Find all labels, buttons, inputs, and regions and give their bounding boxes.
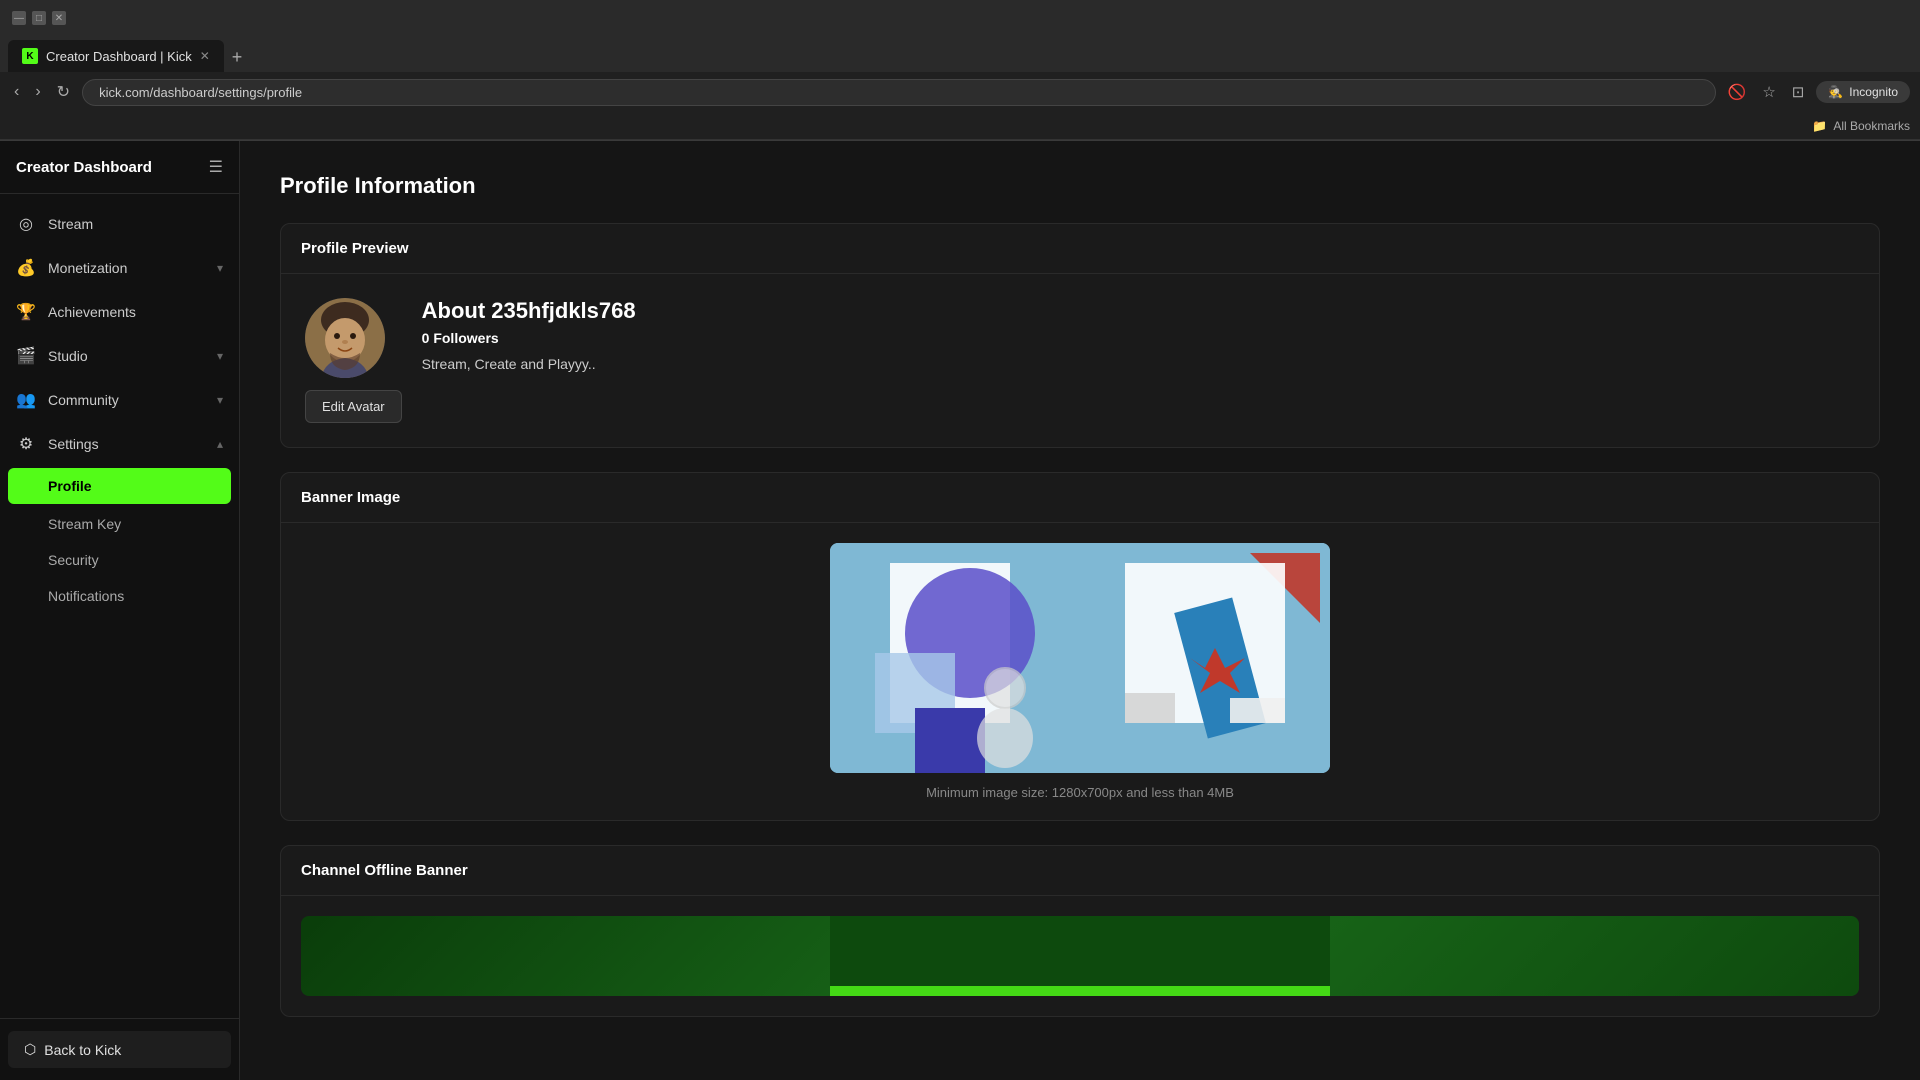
banner-image-card: Banner Image	[280, 472, 1880, 821]
sidebar-item-achievements[interactable]: 🏆 Achievements	[0, 290, 239, 334]
sidebar-item-monetization[interactable]: 💰 Monetization ▾	[0, 246, 239, 290]
banner-hint: Minimum image size: 1280x700px and less …	[926, 785, 1234, 800]
address-bar[interactable]: kick.com/dashboard/settings/profile	[82, 79, 1716, 106]
stream-key-label: Stream Key	[48, 516, 121, 532]
stream-icon: ◎	[16, 214, 36, 234]
sidebar-item-stream-key[interactable]: Stream Key	[0, 506, 239, 542]
profile-bio: Stream, Create and Playyy..	[422, 356, 1855, 372]
back-to-kick-label: Back to Kick	[44, 1042, 121, 1058]
sidebar-item-community[interactable]: 👥 Community ▾	[0, 378, 239, 422]
profile-info: About 235hfjdkls768 0 Followers Stream, …	[422, 298, 1855, 372]
sidebar-header: Creator Dashboard ☰	[0, 141, 239, 194]
sidebar-item-label: Community	[48, 392, 205, 408]
chevron-down-icon: ▾	[217, 393, 223, 407]
banner-body: Minimum image size: 1280x700px and less …	[281, 523, 1879, 820]
profile-followers: 0 Followers	[422, 330, 1855, 346]
monetization-icon: 💰	[16, 258, 36, 278]
tab-bar: K Creator Dashboard | Kick ✕ +	[0, 36, 1920, 72]
browser-chrome: — □ ✕ K Creator Dashboard | Kick ✕ + ‹ ›…	[0, 0, 1920, 141]
tablet-icon[interactable]: ⊡	[1788, 79, 1809, 105]
tab-close-icon[interactable]: ✕	[200, 49, 210, 63]
close-button[interactable]: ✕	[52, 11, 66, 25]
menu-icon[interactable]: ☰	[209, 157, 223, 177]
bookmarks-icon: 📁	[1812, 119, 1827, 133]
edit-avatar-button[interactable]: Edit Avatar	[305, 390, 402, 423]
sidebar-title: Creator Dashboard	[16, 159, 152, 176]
sidebar-item-settings[interactable]: ⚙ Settings ▴	[0, 422, 239, 466]
app-layout: Creator Dashboard ☰ ◎ Stream 💰 Monetizat…	[0, 141, 1920, 1080]
notifications-label: Notifications	[48, 588, 124, 604]
security-label: Security	[48, 552, 99, 568]
reload-button[interactable]: ↻	[53, 78, 74, 106]
incognito-label: Incognito	[1849, 85, 1898, 99]
sidebar-item-security[interactable]: Security	[0, 542, 239, 578]
sidebar-item-studio[interactable]: 🎬 Studio ▾	[0, 334, 239, 378]
offline-banner-card: Channel Offline Banner	[280, 845, 1880, 1017]
browser-actions: 🚫 ☆ ⊡ 🕵 Incognito	[1724, 79, 1910, 105]
offline-banner-body	[281, 896, 1879, 1016]
avatar-container: Edit Avatar	[305, 298, 402, 423]
username-text: 235hfjdkls768	[491, 298, 635, 323]
achievements-icon: 🏆	[16, 302, 36, 322]
title-bar: — □ ✕	[0, 0, 1920, 36]
community-icon: 👥	[16, 390, 36, 410]
active-tab[interactable]: K Creator Dashboard | Kick ✕	[8, 40, 224, 72]
profile-username: About 235hfjdkls768	[422, 298, 1855, 324]
camera-off-icon[interactable]: 🚫	[1724, 79, 1751, 105]
profile-preview-header: Profile Preview	[281, 224, 1879, 274]
sidebar-item-notifications[interactable]: Notifications	[0, 578, 239, 614]
chevron-down-icon: ▾	[217, 349, 223, 363]
bookmark-icon[interactable]: ☆	[1758, 79, 1779, 105]
bookmarks-label: All Bookmarks	[1833, 119, 1910, 133]
sidebar-item-label: Stream	[48, 216, 223, 232]
bookmarks-bar: 📁 All Bookmarks	[0, 112, 1920, 140]
banner-image-preview[interactable]	[830, 543, 1330, 773]
chevron-up-icon: ▴	[217, 437, 223, 451]
tab-favicon: K	[22, 48, 38, 64]
forward-button[interactable]: ›	[31, 79, 44, 105]
main-content: Profile Information Profile Preview	[240, 141, 1920, 1080]
incognito-icon: 🕵	[1828, 85, 1843, 99]
title-bar-left: — □ ✕	[12, 11, 66, 25]
settings-icon: ⚙	[16, 434, 36, 454]
studio-icon: 🎬	[16, 346, 36, 366]
new-tab-button[interactable]: +	[224, 43, 251, 72]
sidebar-nav: ◎ Stream 💰 Monetization ▾ 🏆 Achievements…	[0, 194, 239, 1018]
avatar-svg	[305, 298, 385, 378]
maximize-button[interactable]: □	[32, 11, 46, 25]
incognito-button[interactable]: 🕵 Incognito	[1816, 81, 1910, 103]
offline-banner-svg	[301, 916, 1859, 996]
url-text: kick.com/dashboard/settings/profile	[99, 85, 302, 100]
followers-count: 0	[422, 330, 430, 346]
sidebar-item-profile[interactable]: Profile	[8, 468, 231, 504]
back-to-kick-button[interactable]: ⬡ Back to Kick	[8, 1031, 231, 1068]
kick-icon: ⬡	[24, 1041, 36, 1058]
sidebar-item-label: Settings	[48, 436, 205, 452]
followers-label: Followers	[433, 330, 498, 346]
sidebar-item-stream[interactable]: ◎ Stream	[0, 202, 239, 246]
address-bar-row: ‹ › ↻ kick.com/dashboard/settings/profil…	[0, 72, 1920, 112]
sidebar-item-label: Monetization	[48, 260, 205, 276]
profile-label: Profile	[48, 478, 92, 494]
about-prefix: About	[422, 298, 492, 323]
offline-banner-header: Channel Offline Banner	[281, 846, 1879, 896]
tab-title: Creator Dashboard | Kick	[46, 49, 192, 64]
banner-image-header: Banner Image	[281, 473, 1879, 523]
avatar	[305, 298, 385, 378]
sidebar-footer: ⬡ Back to Kick	[0, 1018, 239, 1080]
profile-preview-body: Edit Avatar About 235hfjdkls768 0 Follow…	[281, 274, 1879, 447]
profile-preview-card: Profile Preview	[280, 223, 1880, 448]
sidebar: Creator Dashboard ☰ ◎ Stream 💰 Monetizat…	[0, 141, 240, 1080]
banner-svg	[830, 543, 1330, 773]
window-controls: — □ ✕	[12, 11, 66, 25]
page-title: Profile Information	[280, 173, 1880, 199]
back-button[interactable]: ‹	[10, 79, 23, 105]
sidebar-item-label: Studio	[48, 348, 205, 364]
offline-banner-preview[interactable]	[301, 916, 1859, 996]
sidebar-item-label: Achievements	[48, 304, 223, 320]
minimize-button[interactable]: —	[12, 11, 26, 25]
chevron-down-icon: ▾	[217, 261, 223, 275]
